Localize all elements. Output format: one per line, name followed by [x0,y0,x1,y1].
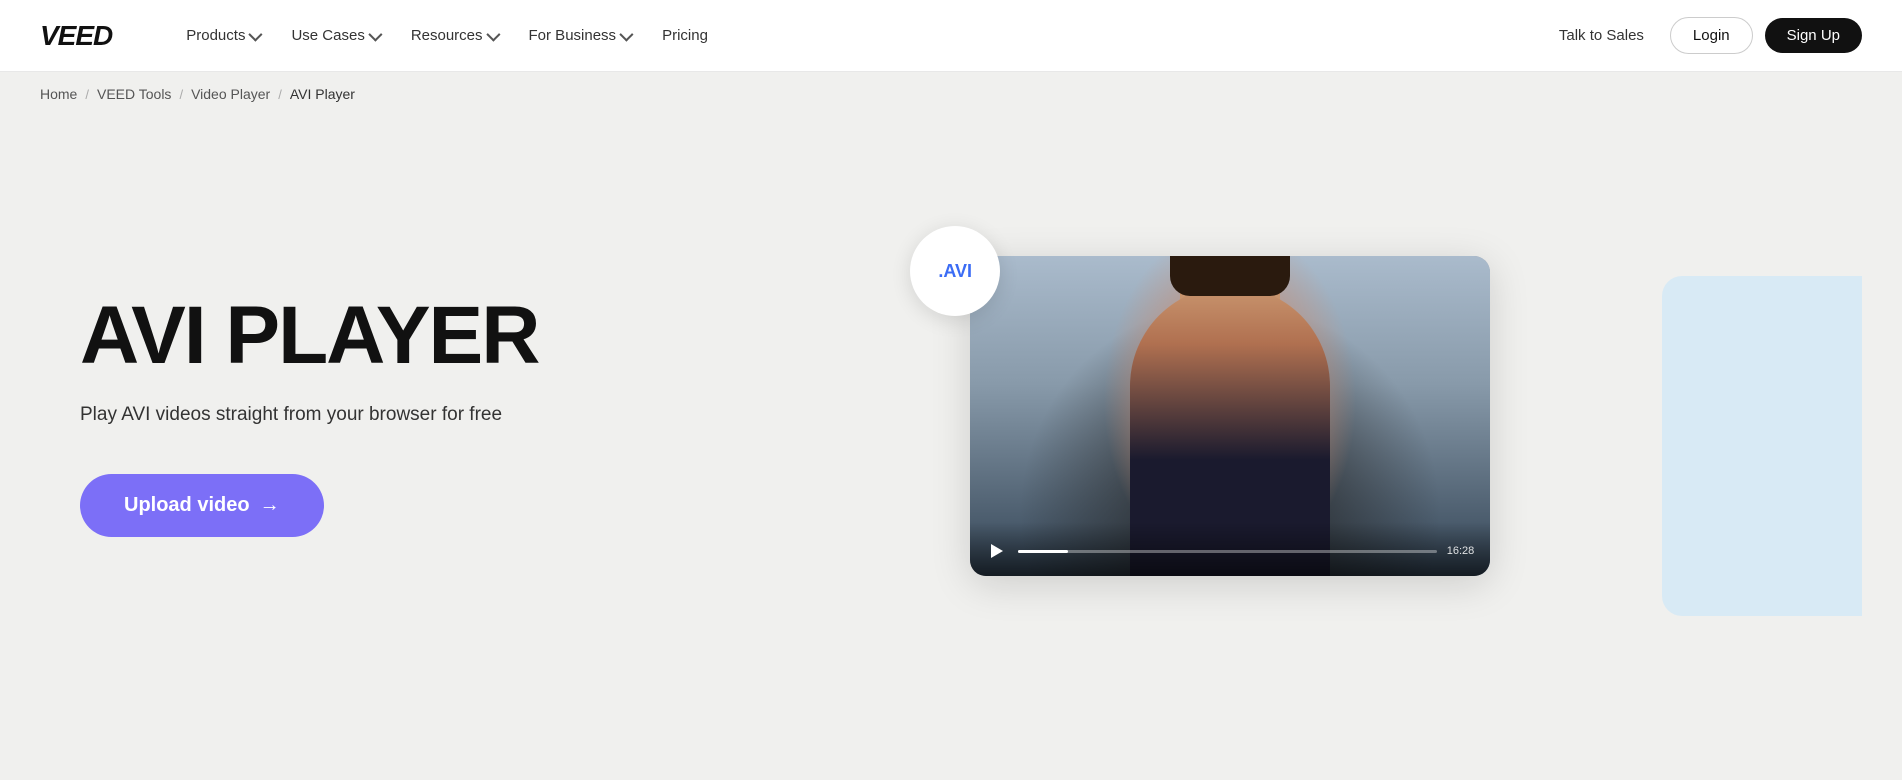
breadcrumb-sep-2: / [179,87,183,102]
header: VEED Products Use Cases Resources For Bu… [0,0,1902,72]
nav-resources[interactable]: Resources [397,19,511,52]
play-icon [991,544,1003,558]
hero-title: AVI PLAYER [80,295,538,377]
video-preview-container: .AVI 16:28 [970,256,1490,576]
avi-badge-label: .AVI [938,261,972,282]
hero-subtitle: Play AVI videos straight from your brows… [80,401,538,430]
login-button[interactable]: Login [1670,17,1753,54]
nav-use-cases[interactable]: Use Cases [277,19,392,52]
hero-visual: .AVI 16:28 [598,216,1862,616]
upload-video-button[interactable]: Upload video → [80,474,324,537]
breadcrumb-sep-3: / [278,87,282,102]
chevron-down-icon [368,27,382,41]
progress-bar[interactable] [1018,550,1436,553]
avi-badge: .AVI [910,226,1000,316]
chevron-down-icon [486,27,500,41]
arrow-icon: → [260,494,280,517]
signup-button[interactable]: Sign Up [1765,18,1862,53]
nav-pricing[interactable]: Pricing [648,19,722,52]
breadcrumb: Home / VEED Tools / Video Player / AVI P… [0,72,1902,116]
talk-to-sales-link[interactable]: Talk to Sales [1545,19,1658,52]
video-controls: 16:28 [970,522,1490,576]
video-card: 16:28 [970,256,1490,576]
logo[interactable]: VEED [40,20,112,52]
breadcrumb-video-player[interactable]: Video Player [191,86,270,102]
chevron-down-icon [619,27,633,41]
breadcrumb-sep-1: / [85,87,89,102]
nav-for-business[interactable]: For Business [515,19,645,52]
person-hair [1170,256,1290,296]
video-duration: 16:28 [1447,545,1475,557]
hero-section: AVI PLAYER Play AVI videos straight from… [0,116,1902,696]
chevron-down-icon [249,27,263,41]
main-nav: Products Use Cases Resources For Busines… [172,19,1505,52]
bg-decoration [1662,276,1862,616]
breadcrumb-veed-tools[interactable]: VEED Tools [97,86,171,102]
breadcrumb-home[interactable]: Home [40,86,77,102]
hero-text: AVI PLAYER Play AVI videos straight from… [80,295,538,537]
nav-products[interactable]: Products [172,19,273,52]
nav-right: Talk to Sales Login Sign Up [1545,17,1862,54]
breadcrumb-avi-player[interactable]: AVI Player [290,86,355,102]
play-button[interactable] [986,540,1008,562]
progress-fill [1018,550,1068,553]
